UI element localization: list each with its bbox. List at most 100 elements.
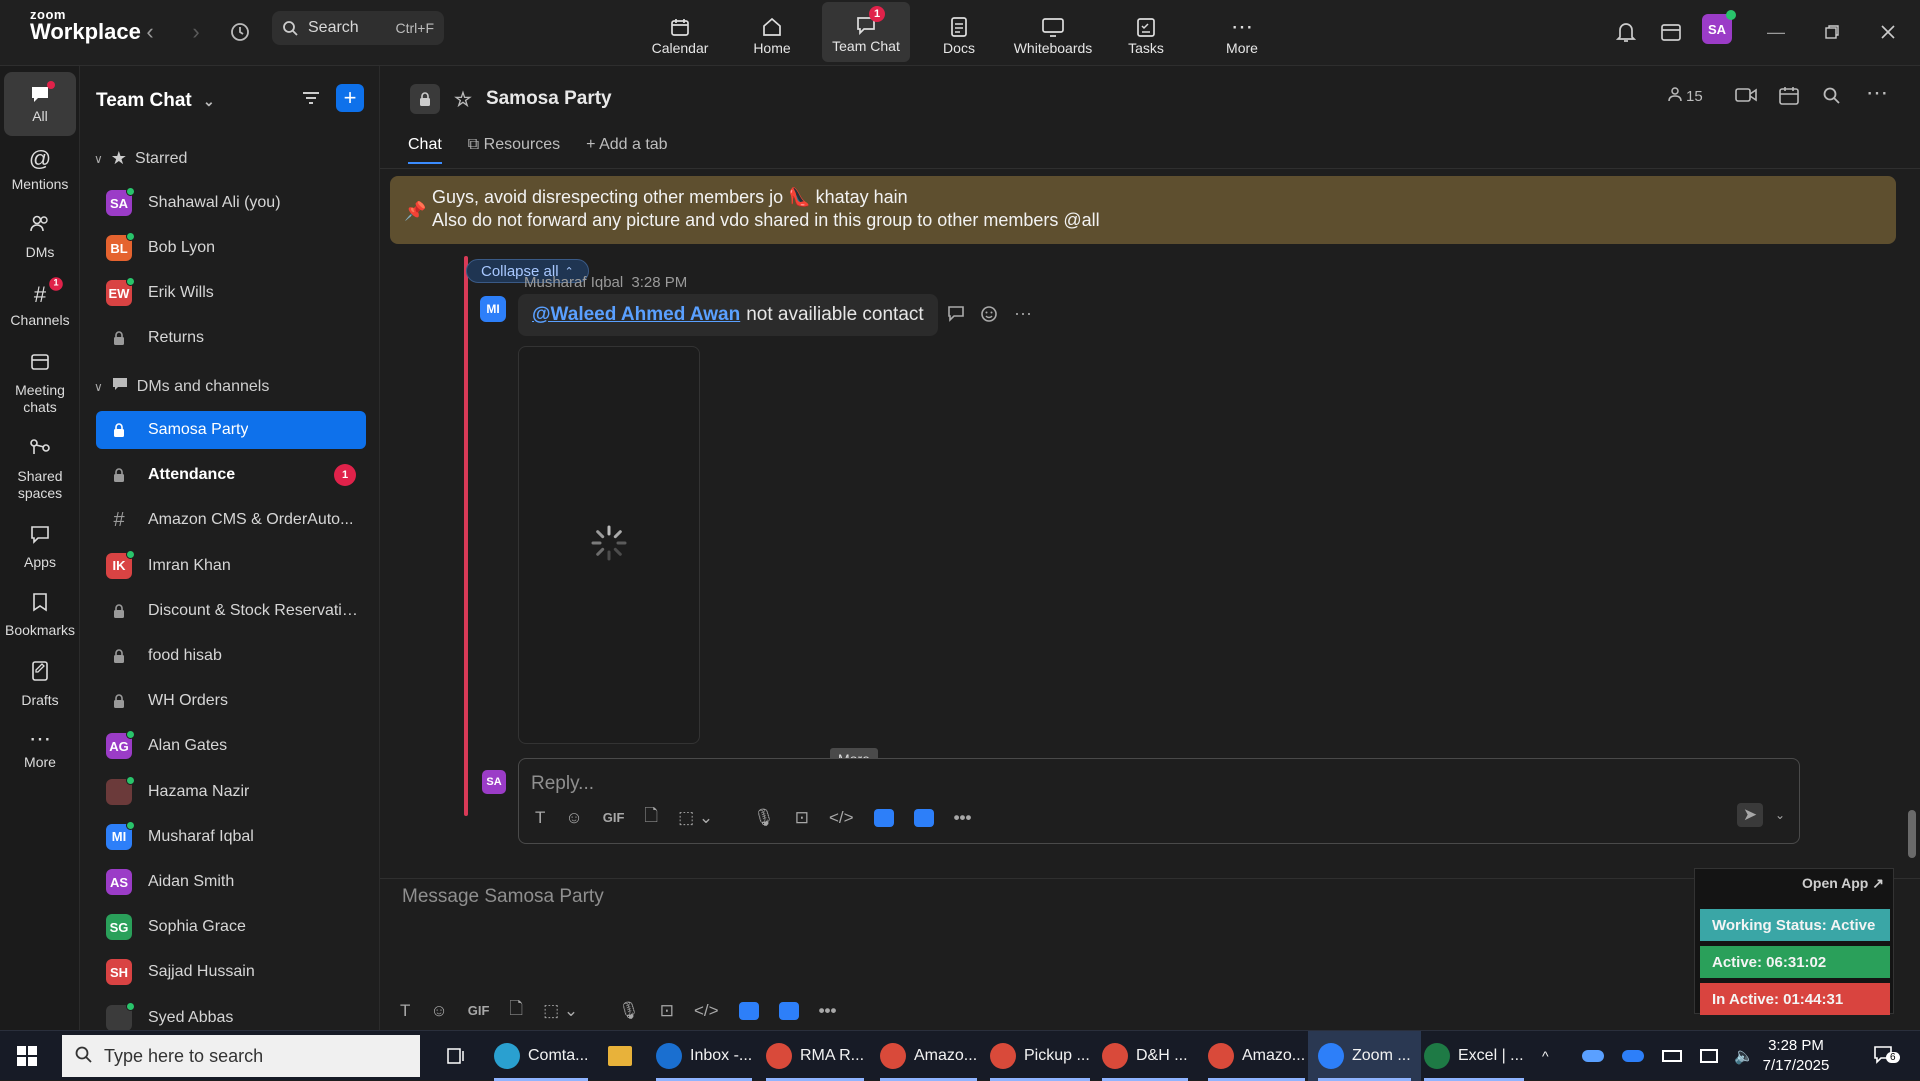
app-icon[interactable] xyxy=(873,808,894,827)
taskbar-app[interactable]: Zoom ... xyxy=(1308,1031,1421,1081)
code-icon[interactable]: </> xyxy=(829,808,854,828)
dms-section-header[interactable]: ∨ DMs and channels xyxy=(94,376,269,397)
taskbar-app[interactable]: Inbox -... xyxy=(646,1031,762,1081)
dm-item[interactable]: food hisab xyxy=(96,637,366,675)
network-icon[interactable] xyxy=(1690,1031,1728,1081)
message-input[interactable]: Message Samosa Party xyxy=(402,886,604,908)
rail-channels[interactable]: #1 Channels xyxy=(4,277,76,329)
chevron-down-icon[interactable]: ⌄ xyxy=(1775,808,1785,822)
search-icon[interactable] xyxy=(1822,86,1840,104)
calendar-app-icon[interactable] xyxy=(1655,16,1687,48)
message-more-icon[interactable]: ⋯ xyxy=(1014,304,1032,329)
starred-section-header[interactable]: ∨ ★ Starred xyxy=(94,148,187,169)
topnav-home[interactable]: Home xyxy=(728,0,816,64)
filter-icon[interactable] xyxy=(300,88,322,113)
system-clock[interactable]: 3:28 PM 7/17/2025 xyxy=(1746,1036,1846,1076)
code-icon[interactable]: </> xyxy=(694,1001,719,1021)
topnav-docs[interactable]: Docs xyxy=(915,0,1003,64)
history-icon[interactable] xyxy=(224,16,256,48)
rail-dms[interactable]: DMs xyxy=(4,214,76,261)
sidebar-title[interactable]: Team Chat ⌄ xyxy=(96,90,215,112)
scrollbar[interactable] xyxy=(1908,810,1916,858)
windows-start-icon[interactable] xyxy=(16,1045,38,1072)
emoji-icon[interactable]: ☺ xyxy=(565,808,582,828)
task-view-icon[interactable] xyxy=(436,1031,476,1081)
bell-icon[interactable] xyxy=(1610,16,1642,48)
mention-link[interactable]: @Waleed Ahmed Awan xyxy=(532,304,740,326)
taskbar-app[interactable]: RMA R... xyxy=(756,1031,874,1081)
dm-item[interactable]: Attendance 1 xyxy=(96,456,366,494)
topnav-calendar[interactable]: Calendar xyxy=(636,0,724,64)
file-explorer-icon[interactable] xyxy=(598,1031,642,1081)
star-outline-icon[interactable]: ☆ xyxy=(454,87,472,112)
starred-item[interactable]: BL Bob Lyon xyxy=(96,229,366,267)
video-message-icon[interactable]: ⊡ xyxy=(795,808,809,828)
starred-item[interactable]: EW Erik Wills xyxy=(96,274,366,312)
rail-drafts[interactable]: Drafts xyxy=(4,660,76,709)
file-icon[interactable]: 🗋 xyxy=(509,996,523,1025)
app-icon-2[interactable] xyxy=(778,1001,799,1020)
taskbar-app[interactable]: D&H ... xyxy=(1092,1031,1198,1081)
dm-item[interactable]: AG Alan Gates xyxy=(96,727,366,765)
forward-arrow-icon[interactable]: › xyxy=(180,16,212,48)
tab-add[interactable]: + Add a tab xyxy=(586,136,667,164)
onedrive-2-icon[interactable] xyxy=(1612,1031,1654,1081)
topnav-more[interactable]: ⋯ More xyxy=(1198,0,1286,64)
more-tools-icon[interactable]: ••• xyxy=(819,1001,837,1021)
global-search[interactable]: Search Ctrl+F xyxy=(272,11,444,45)
more-tools-icon[interactable]: ••• xyxy=(954,808,972,828)
dm-item[interactable]: Samosa Party xyxy=(96,411,366,449)
format-text-icon[interactable]: T xyxy=(400,1001,410,1021)
onedrive-icon[interactable] xyxy=(1572,1031,1614,1081)
rail-all[interactable]: All xyxy=(4,72,76,136)
dm-item[interactable]: WH Orders xyxy=(96,682,366,720)
dm-item[interactable]: Syed Abbas xyxy=(96,999,366,1030)
member-count[interactable]: 15 xyxy=(1668,86,1703,106)
dm-item[interactable]: IK Imran Khan xyxy=(96,547,366,585)
new-chat-button[interactable]: + xyxy=(336,84,364,112)
starred-item[interactable]: SA Shahawal Ali (you) xyxy=(96,184,366,222)
dm-item[interactable]: # Amazon CMS & OrderAuto... xyxy=(96,501,366,539)
taskbar-app[interactable]: Excel | ... xyxy=(1414,1031,1534,1081)
dm-item[interactable]: SG Sophia Grace xyxy=(96,908,366,946)
tab-chat[interactable]: Chat xyxy=(408,136,442,164)
rail-meeting-chats[interactable]: Meeting chats xyxy=(4,352,76,415)
screenshot-icon[interactable]: ⬚ ⌄ xyxy=(678,808,713,828)
topnav-team-chat[interactable]: 1 Team Chat xyxy=(822,2,910,62)
tray-chevron-icon[interactable]: ^ xyxy=(1532,1031,1559,1081)
microphone-icon[interactable]: 🎙 xyxy=(753,808,775,828)
topnav-whiteboards[interactable]: Whiteboards xyxy=(1007,0,1099,64)
message-author[interactable]: Musharaf Iqbal xyxy=(524,274,623,291)
reply-icon[interactable] xyxy=(946,304,966,329)
rail-mentions[interactable]: @ Mentions xyxy=(4,146,76,193)
emoji-react-icon[interactable] xyxy=(980,304,1000,329)
dm-item[interactable]: MI Musharaf Iqbal xyxy=(96,818,366,856)
taskbar-app[interactable]: Pickup ... xyxy=(980,1031,1100,1081)
rail-more[interactable]: ⋯ More xyxy=(4,728,76,771)
taskbar-search[interactable]: Type here to search xyxy=(62,1035,420,1077)
channel-more-icon[interactable]: ⋯ xyxy=(1866,80,1888,106)
file-icon[interactable]: 🗋 xyxy=(644,803,658,832)
taskbar-app[interactable]: Amazo... xyxy=(1198,1031,1315,1081)
screenshot-icon[interactable]: ⬚ ⌄ xyxy=(543,1001,578,1021)
reply-box[interactable]: Reply... T ☺ GIF 🗋 ⬚ ⌄ 🎙 ⊡ </> ••• ➤ ⌄ xyxy=(518,758,1800,844)
app-icon[interactable] xyxy=(738,1001,759,1020)
battery-icon[interactable] xyxy=(1652,1031,1692,1081)
topnav-tasks[interactable]: Tasks xyxy=(1102,0,1190,64)
pinned-message[interactable]: 📌 Guys, avoid disrespecting other member… xyxy=(390,176,1896,244)
back-arrow-icon[interactable]: ‹ xyxy=(134,16,166,48)
dm-item[interactable]: Discount & Stock Reservatio... xyxy=(96,592,366,630)
send-icon[interactable]: ➤ xyxy=(1737,803,1763,827)
image-attachment[interactable] xyxy=(518,346,700,744)
gif-icon[interactable]: GIF xyxy=(468,1003,490,1018)
video-icon[interactable] xyxy=(1734,86,1758,104)
microphone-icon[interactable]: 🎙 xyxy=(618,1001,640,1021)
dm-item[interactable]: AS Aidan Smith xyxy=(96,863,366,901)
video-message-icon[interactable]: ⊡ xyxy=(660,1001,674,1021)
channel-title[interactable]: Samosa Party xyxy=(486,88,612,110)
message-avatar[interactable]: MI xyxy=(480,296,506,322)
close-icon[interactable] xyxy=(1872,16,1904,48)
dm-item[interactable]: Hazama Nazir xyxy=(96,773,366,811)
format-text-icon[interactable]: T xyxy=(535,808,545,828)
rail-apps[interactable]: Apps xyxy=(4,524,76,571)
